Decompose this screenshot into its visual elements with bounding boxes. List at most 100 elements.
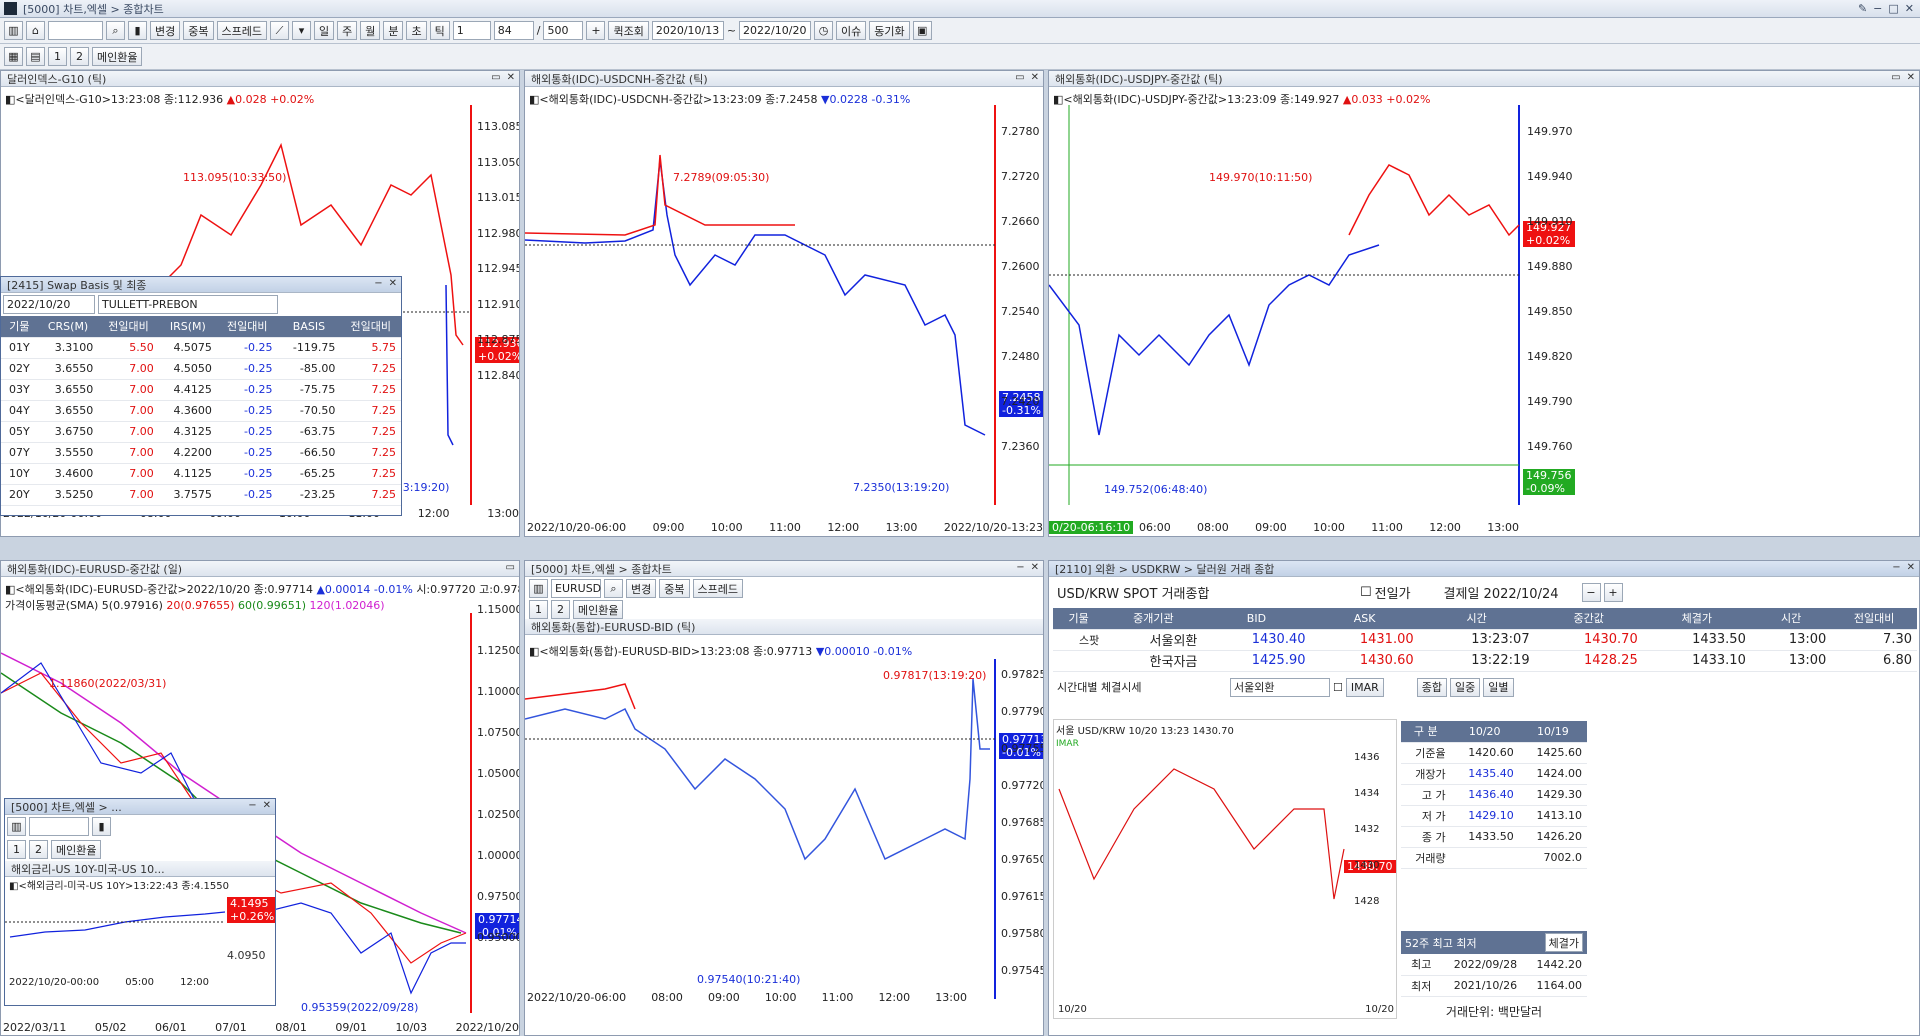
green-tag-pct: -0.09% xyxy=(1526,482,1565,495)
close-icon[interactable]: ✕ xyxy=(389,278,397,289)
table-cell: -23.25 xyxy=(277,484,341,506)
swap-basis-window: [2415] Swap Basis 및 최종 − ✕ 2022/10/20 TULL… xyxy=(0,276,402,516)
date-to-input[interactable]: 2022/10/20 xyxy=(739,21,812,40)
period-input[interactable]: 1 xyxy=(452,21,491,40)
period-minute[interactable]: 분 xyxy=(383,21,404,40)
minimize-icon[interactable]: − xyxy=(1892,562,1900,573)
table-cell: -85.00 xyxy=(277,358,341,380)
page-2-button[interactable]: 2 xyxy=(29,840,48,859)
dropdown-icon[interactable]: ▾ xyxy=(291,21,311,40)
grid-icon[interactable]: ▤ xyxy=(26,47,45,66)
close-icon[interactable]: ✕ xyxy=(1907,72,1915,83)
main-fx-button[interactable]: 메인환율 xyxy=(573,600,624,619)
search-icon[interactable]: ⌕ xyxy=(106,21,125,40)
close-icon[interactable]: ✕ xyxy=(507,72,515,83)
restore-icon[interactable]: ▭ xyxy=(1891,72,1900,83)
change-button[interactable]: 변경 xyxy=(626,579,657,598)
minimize-icon[interactable]: − xyxy=(1873,2,1882,15)
w52-select[interactable]: 체결가 xyxy=(1544,933,1583,952)
period-second[interactable]: 초 xyxy=(406,21,427,40)
x-tick: 07/01 xyxy=(215,1021,247,1034)
issue-button[interactable]: 이슈 xyxy=(836,21,867,40)
dup-button[interactable]: 중복 xyxy=(659,579,690,598)
count-input[interactable]: 84 xyxy=(493,21,534,40)
page-2-button[interactable]: 2 xyxy=(70,47,89,66)
monitor-icon[interactable]: ▣ xyxy=(912,21,932,40)
maximize-icon[interactable]: □ xyxy=(1888,2,1898,15)
col-header: 시간 xyxy=(1750,608,1832,630)
tab-summary[interactable]: 종합 xyxy=(1416,677,1448,697)
page-1-button[interactable]: 1 xyxy=(48,47,67,66)
y-tick: 112.945 xyxy=(477,262,520,275)
page-2-button[interactable]: 2 xyxy=(551,600,570,619)
period-day[interactable]: 일 xyxy=(313,21,335,40)
spread-button[interactable]: 스프레드 xyxy=(216,21,267,40)
prev-day-checkbox[interactable]: ☐ xyxy=(1360,585,1372,600)
restore-icon[interactable]: ▭ xyxy=(1015,72,1024,83)
main-fx-button[interactable]: 메인환율 xyxy=(92,47,143,66)
symbol-input[interactable] xyxy=(48,21,103,40)
restore-icon[interactable]: ▭ xyxy=(491,72,500,83)
spread-button[interactable]: 스프레드 xyxy=(692,579,743,598)
line-icon[interactable]: ⟋ xyxy=(269,21,289,40)
search-icon[interactable]: ⌕ xyxy=(604,579,623,598)
date-from-input[interactable]: 2020/10/13 xyxy=(651,21,724,40)
table-row[interactable]: 스팟 서울외환 1430.40 1431.00 13:23:07 1430.70 1433.… xyxy=(1053,629,1917,651)
plus-icon[interactable]: + xyxy=(586,21,606,40)
broker-select[interactable]: TULLETT-PREBON xyxy=(98,295,278,314)
minimize-icon[interactable]: − xyxy=(1016,562,1024,573)
close-icon[interactable]: ✕ xyxy=(1031,562,1039,573)
clock-icon[interactable]: ◷ xyxy=(814,21,834,40)
chart-icon[interactable]: ▥ xyxy=(7,817,26,836)
sync-button[interactable]: 동기화 xyxy=(869,21,910,40)
table-row[interactable]: 01Y 3.3100 5.50 4.5075 -0.25 -119.75 5.75 xyxy=(1,337,401,359)
chart-icon[interactable]: ▥ xyxy=(529,579,548,598)
page-1-button[interactable]: 1 xyxy=(7,840,26,859)
y-tick: 112.910 xyxy=(477,297,520,311)
close-icon[interactable]: ✕ xyxy=(1905,2,1914,15)
chart-icon[interactable]: ▥ xyxy=(4,21,23,40)
close-icon[interactable]: ✕ xyxy=(1907,562,1915,573)
close-icon[interactable]: ✕ xyxy=(1031,72,1039,83)
table-row[interactable]: 05Y 3.6750 7.00 4.3125 -0.25 -63.75 7.25 xyxy=(1,421,401,443)
mini-symbol-input[interactable] xyxy=(29,817,89,836)
table-row[interactable]: 10Y 3.4600 7.00 4.1125 -0.25 -65.25 7.25 xyxy=(1,463,401,485)
swap-date-input[interactable]: 2022/10/20 xyxy=(3,295,95,314)
total-input[interactable]: 500 xyxy=(543,21,584,40)
tab-intraday[interactable]: 일중 xyxy=(1450,677,1481,697)
symbol-input[interactable]: EURUSD xyxy=(551,579,601,598)
zoom-out-button[interactable]: − xyxy=(1581,583,1601,602)
tab-daily[interactable]: 일별 xyxy=(1483,677,1514,697)
period-tick[interactable]: 틱 xyxy=(429,21,450,40)
page-1-button[interactable]: 1 xyxy=(529,600,548,619)
table-row[interactable]: 20Y 3.5250 7.00 3.7575 -0.25 -23.25 7.25 xyxy=(1,484,401,506)
close-icon[interactable]: ✕ xyxy=(263,800,271,811)
table-cell: 7.25 xyxy=(340,484,401,506)
minimize-icon[interactable]: − xyxy=(374,278,382,289)
period-week[interactable]: 주 xyxy=(337,21,358,40)
home-icon[interactable]: ⌂ xyxy=(26,21,45,40)
imar-checkbox[interactable]: ☐ xyxy=(1333,681,1343,694)
broker-select[interactable]: 서울외환 xyxy=(1230,677,1330,697)
change-button[interactable]: 변경 xyxy=(150,21,181,40)
table-row[interactable]: 02Y 3.6550 7.00 4.5050 -0.25 -85.00 7.25 xyxy=(1,358,401,380)
table-row[interactable]: 07Y 3.5550 7.00 4.2200 -0.25 -66.50 7.25 xyxy=(1,442,401,464)
table-row[interactable]: 03Y 3.6550 7.00 4.4125 -0.25 -75.75 7.25 xyxy=(1,379,401,401)
period-month[interactable]: 월 xyxy=(360,21,381,40)
dup-button[interactable]: 중복 xyxy=(183,21,214,40)
pin-icon[interactable]: ✎ xyxy=(1858,2,1867,15)
layout-icon[interactable]: ▦ xyxy=(4,47,23,66)
table-row[interactable]: 한국자금 1425.90 1430.60 13:22:19 1428.25 1433.10… xyxy=(1053,650,1917,672)
table-row[interactable]: 04Y 3.6550 7.00 4.3600 -0.25 -70.50 7.25 xyxy=(1,400,401,422)
quick-query-button[interactable]: 퀵조회 xyxy=(608,21,649,40)
minimize-icon[interactable]: − xyxy=(248,800,256,811)
krw-x-axis: 10/20 10/20 xyxy=(1058,1004,1394,1015)
imar-button[interactable]: IMAR xyxy=(1345,677,1384,697)
candle-icon[interactable]: ▮ xyxy=(92,817,111,836)
zoom-in-button[interactable]: + xyxy=(1603,583,1623,602)
restore-icon[interactable]: ▭ xyxy=(506,562,515,573)
col-header: 체결가 xyxy=(1642,608,1751,630)
candle-icon[interactable]: ▮ xyxy=(128,21,147,40)
panel-title: 달러인덱스-G10 (틱) xyxy=(7,72,107,86)
main-fx-button[interactable]: 메인환율 xyxy=(51,840,102,859)
